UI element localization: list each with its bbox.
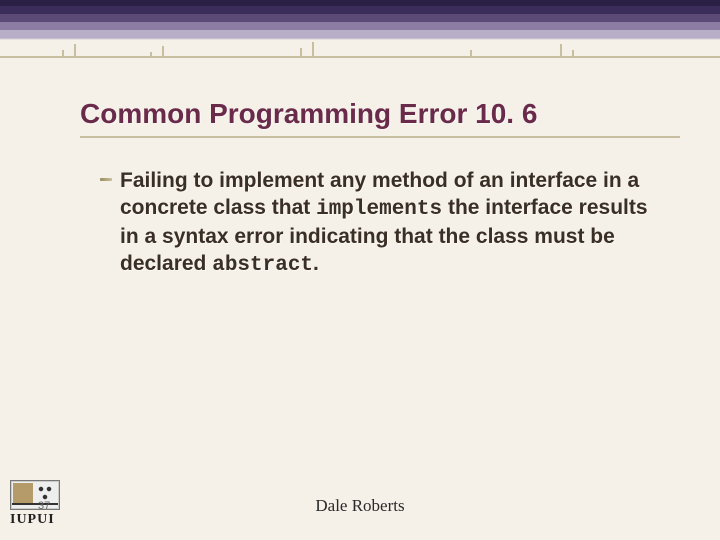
- slide-title: Common Programming Error 10. 6: [80, 98, 680, 138]
- body-text: Failing to implement any method of an in…: [120, 168, 664, 280]
- body-block: Failing to implement any method of an in…: [120, 168, 664, 280]
- body-seg-3: .: [313, 252, 319, 275]
- keyword-implements: implements: [316, 198, 442, 221]
- bullet-icon: [100, 178, 112, 181]
- header-ornament: [0, 34, 720, 58]
- header-band: [0, 0, 720, 58]
- footer-author: Dale Roberts: [0, 496, 720, 516]
- keyword-abstract: abstract: [212, 254, 313, 277]
